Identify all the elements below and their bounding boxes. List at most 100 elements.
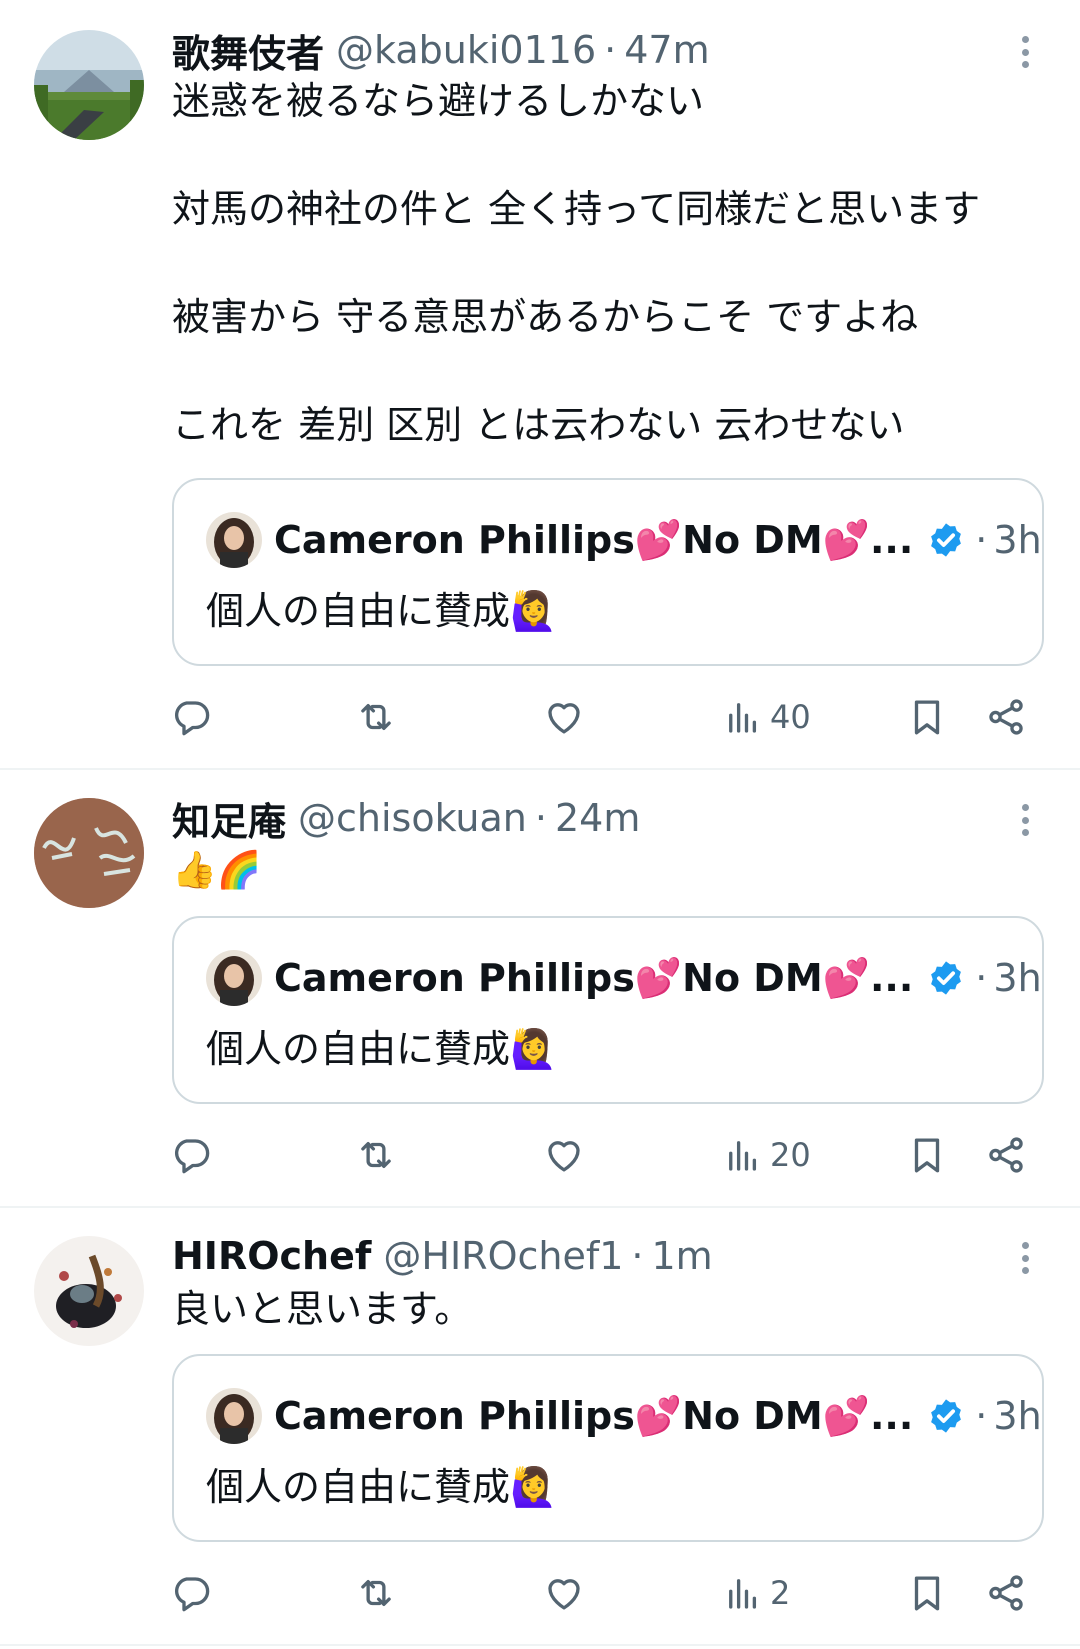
views-button[interactable]: 2 <box>722 1568 790 1618</box>
heart-icon <box>548 1579 580 1610</box>
user-handle[interactable]: @kabuki0116 <box>336 28 596 72</box>
retweet-icon <box>361 1141 391 1169</box>
retweet-button[interactable] <box>355 692 397 742</box>
bookmark-button[interactable] <box>906 1130 948 1180</box>
views-count: 20 <box>770 1136 811 1174</box>
more-icon[interactable] <box>1010 800 1040 840</box>
share-button[interactable] <box>985 1130 1027 1180</box>
quoted-header: Cameron Phillips💕No DM💕... · 3h <box>206 510 1042 570</box>
action-bar: 40 <box>0 692 1080 742</box>
quoted-text: 個人の自由に賛成🙋‍♀️ <box>206 589 558 633</box>
like-button[interactable] <box>543 1568 585 1618</box>
quoted-avatar <box>206 1388 262 1444</box>
reply-icon <box>174 1577 210 1612</box>
text-line: 👍🌈 <box>172 850 262 891</box>
share-button[interactable] <box>985 1568 1027 1618</box>
quoted-header: Cameron Phillips💕No DM💕... · 3h <box>206 948 1042 1008</box>
text-line: 迷惑を被るなら避けるしかない <box>172 79 705 123</box>
like-button[interactable] <box>543 1130 585 1180</box>
separator-dot: · <box>975 956 988 1000</box>
avatar[interactable] <box>34 30 144 140</box>
quoted-display-name: Cameron Phillips💕No DM💕... <box>274 517 914 562</box>
tweet[interactable]: HIROchef @HIROchef1 · 1m 良いと思います。 Camero… <box>0 1208 1080 1649</box>
text-line: 良いと思います。 <box>172 1287 473 1331</box>
views-icon <box>729 703 757 733</box>
retweet-button[interactable] <box>355 1130 397 1180</box>
action-bar: 2 <box>0 1568 1080 1618</box>
separator-dot: · <box>631 1234 644 1278</box>
share-button[interactable] <box>985 692 1027 742</box>
share-icon <box>989 1575 1023 1611</box>
display-name[interactable]: HIROchef <box>172 1234 371 1278</box>
timestamp[interactable]: 1m <box>652 1234 713 1278</box>
timestamp[interactable]: 24m <box>555 796 640 840</box>
quoted-timestamp: 3h <box>993 518 1042 562</box>
retweet-button[interactable] <box>355 1568 397 1618</box>
quoted-header: Cameron Phillips💕No DM💕... · 3h <box>206 1386 1042 1446</box>
views-count: 40 <box>770 698 811 736</box>
quoted-tweet[interactable]: Cameron Phillips💕No DM💕... · 3h 個人の自由に賛成… <box>172 478 1044 666</box>
reply-button[interactable] <box>170 1568 212 1618</box>
views-icon <box>729 1579 757 1609</box>
more-icon[interactable] <box>1010 32 1040 72</box>
bookmark-icon <box>914 1138 940 1173</box>
user-handle[interactable]: @chisokuan <box>298 796 527 840</box>
separator-dot: · <box>975 518 988 562</box>
reply-button[interactable] <box>170 692 212 742</box>
display-name[interactable]: 知足庵 <box>172 791 286 846</box>
more-icon[interactable] <box>1010 1238 1040 1278</box>
tweet-text: 良いと思います。 <box>172 1282 1052 1336</box>
retweet-icon <box>361 703 391 731</box>
reply-icon <box>174 701 210 736</box>
reply-button[interactable] <box>170 1130 212 1180</box>
quoted-avatar <box>206 512 262 568</box>
quoted-avatar <box>206 950 262 1006</box>
tweet[interactable]: 知足庵 @chisokuan · 24m 👍🌈 Cameron Phillips… <box>0 770 1080 1206</box>
tweet-header: 歌舞伎者 @kabuki0116 · 47m <box>172 24 710 76</box>
action-bar: 20 <box>0 1130 1080 1180</box>
views-button[interactable]: 40 <box>722 692 811 742</box>
bookmark-button[interactable] <box>906 692 948 742</box>
avatar[interactable] <box>34 1236 144 1346</box>
tweet[interactable]: 歌舞伎者 @kabuki0116 · 47m 迷惑を被るなら避けるしかない 対馬… <box>0 0 1080 770</box>
text-line <box>172 128 1052 182</box>
quoted-display-name: Cameron Phillips💕No DM💕... <box>274 1393 914 1438</box>
retweet-icon <box>361 1579 391 1607</box>
quoted-display-name: Cameron Phillips💕No DM💕... <box>274 955 914 1000</box>
heart-icon <box>548 1141 580 1172</box>
user-handle[interactable]: @HIROchef1 <box>383 1234 623 1278</box>
views-count: 2 <box>770 1574 791 1612</box>
display-name[interactable]: 歌舞伎者 <box>172 23 324 78</box>
text-line: これを 差別 区別 とは云わない 云わせない <box>172 403 905 447</box>
quoted-text: 個人の自由に賛成🙋‍♀️ <box>206 1027 558 1071</box>
quoted-tweet[interactable]: Cameron Phillips💕No DM💕... · 3h 個人の自由に賛成… <box>172 1354 1044 1542</box>
quoted-timestamp: 3h <box>993 1394 1042 1438</box>
text-line <box>172 344 1052 398</box>
reply-icon <box>174 1139 210 1174</box>
separator-dot: · <box>604 28 617 72</box>
tweet-text: 👍🌈 <box>172 844 1052 898</box>
heart-icon <box>548 703 580 734</box>
share-icon <box>989 1137 1023 1173</box>
timeline: 歌舞伎者 @kabuki0116 · 47m 迷惑を被るなら避けるしかない 対馬… <box>0 0 1080 1649</box>
verified-icon <box>931 1399 962 1433</box>
quoted-tweet[interactable]: Cameron Phillips💕No DM💕... · 3h 個人の自由に賛成… <box>172 916 1044 1104</box>
quoted-text: 個人の自由に賛成🙋‍♀️ <box>206 1465 558 1509</box>
separator-dot: · <box>975 1394 988 1438</box>
divider <box>0 1644 1080 1646</box>
bookmark-button[interactable] <box>906 1568 948 1618</box>
quoted-timestamp: 3h <box>993 956 1042 1000</box>
like-button[interactable] <box>543 692 585 742</box>
avatar[interactable] <box>34 798 144 908</box>
views-button[interactable]: 20 <box>722 1130 811 1180</box>
separator-dot: · <box>534 796 547 840</box>
timestamp[interactable]: 47m <box>624 28 709 72</box>
text-line <box>172 236 1052 290</box>
tweet-text: 迷惑を被るなら避けるしかない 対馬の神社の件と 全く持って同様だと思います 被害… <box>172 74 1052 452</box>
tweet-header: HIROchef @HIROchef1 · 1m <box>172 1230 713 1282</box>
text-line: 被害から 守る意思があるからこそ ですよね <box>172 295 919 339</box>
text-line: 対馬の神社の件と 全く持って同様だと思います <box>172 187 981 231</box>
share-icon <box>989 699 1023 735</box>
verified-icon <box>931 523 962 557</box>
bookmark-icon <box>914 700 940 735</box>
